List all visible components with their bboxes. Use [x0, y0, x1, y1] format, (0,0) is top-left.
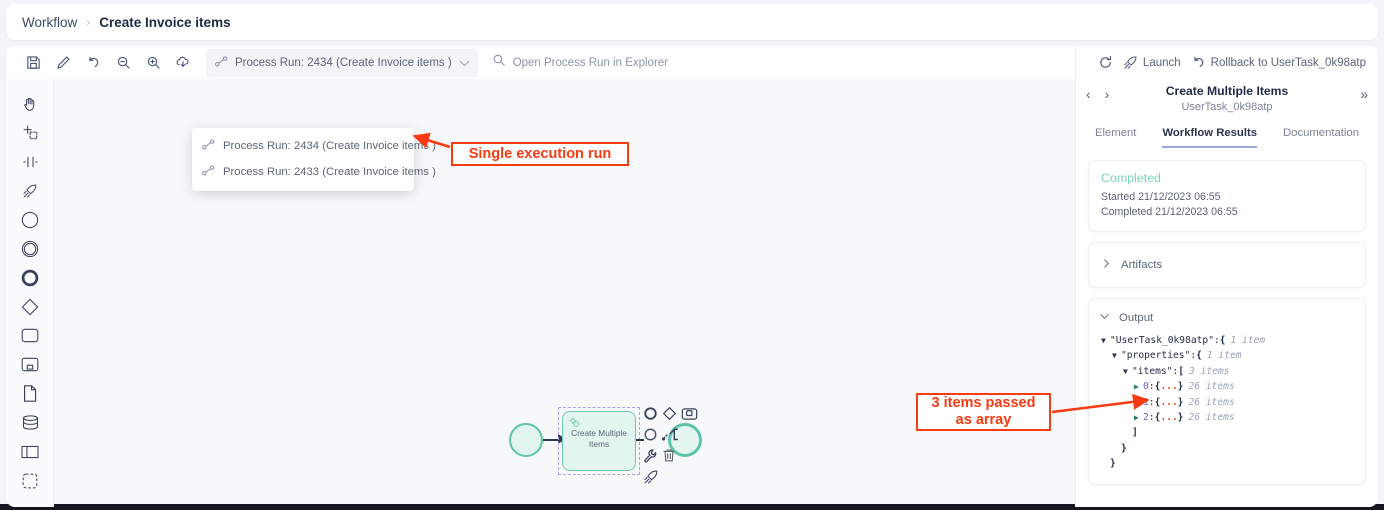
breadcrumb-current: Create Invoice items — [99, 14, 231, 30]
breadcrumb-separator: › — [86, 15, 91, 29]
annotation-arrows — [412, 132, 1150, 414]
annotation-line2: as array — [955, 412, 1012, 428]
app-root: Workflow › Create Invoice items Process … — [0, 0, 1384, 510]
breadcrumb: Workflow › Create Invoice items — [6, 4, 1378, 40]
breadcrumb-root[interactable]: Workflow — [22, 15, 77, 30]
annotation-items-passed-as-array: 3 items passed as array — [916, 393, 1051, 431]
annotation-single-execution-run: Single execution run — [451, 142, 629, 166]
editor-card: Process Run: 2434 (Create Invoice items … — [6, 46, 1378, 507]
annotation-line1: 3 items passed — [931, 395, 1036, 411]
